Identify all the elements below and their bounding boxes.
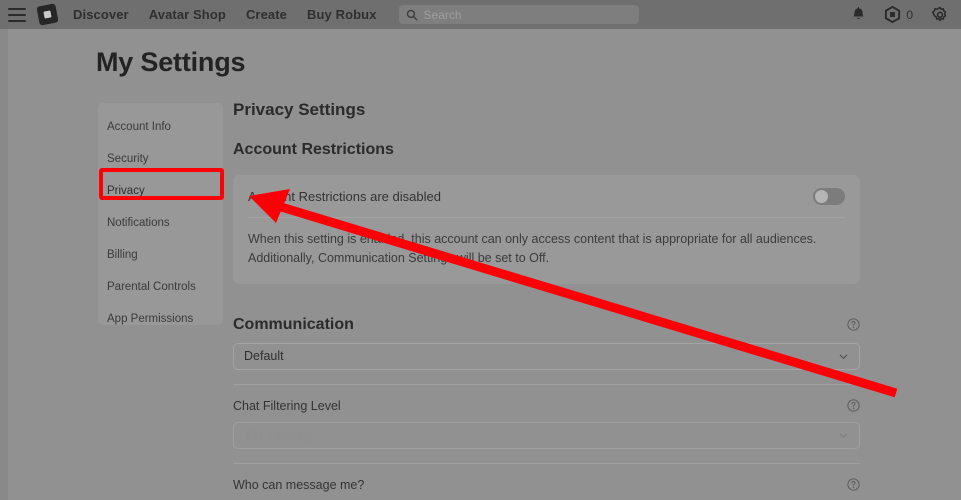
search-placeholder: Search — [423, 7, 462, 22]
sidebar-item-security[interactable]: Security — [98, 143, 223, 175]
gear-icon — [931, 6, 947, 21]
roblox-logo-icon[interactable] — [36, 3, 59, 26]
nav-link-create[interactable]: Create — [246, 7, 287, 22]
who-can-message-header-row: Who can message me? — [233, 464, 860, 492]
nav-link-buy-robux[interactable]: Buy Robux — [307, 7, 377, 22]
search-icon — [406, 9, 418, 20]
account-restrictions-label: Account Restrictions are disabled — [248, 189, 441, 204]
communication-heading: Communication — [233, 315, 354, 333]
help-circle-icon[interactable] — [847, 399, 860, 412]
help-circle-icon[interactable] — [847, 478, 860, 491]
account-restrictions-card: Account Restrictions are disabled When t… — [233, 175, 860, 284]
search-input[interactable]: Search — [398, 5, 639, 24]
sidebar-item-notifications[interactable]: Notifications — [98, 207, 223, 239]
sidebar-item-parental-controls[interactable]: Parental Controls — [98, 271, 223, 303]
who-can-message-label: Who can message me? — [233, 477, 365, 492]
chat-filtering-select[interactable]: 13+ Filtering — [233, 421, 860, 449]
nav-link-discover[interactable]: Discover — [73, 7, 129, 22]
help-circle-icon[interactable] — [847, 318, 860, 331]
bell-icon — [853, 6, 864, 19]
sidebar-item-privacy[interactable]: Privacy — [98, 175, 223, 207]
communication-select-value: Default — [244, 349, 284, 364]
notifications-button[interactable] — [851, 6, 866, 23]
chat-filtering-select-value: 13+ Filtering — [244, 428, 314, 443]
communication-header-row: Communication — [233, 302, 860, 334]
header-actions: 0 — [851, 0, 949, 29]
page-title: My Settings — [96, 47, 246, 77]
chat-filtering-header-row: Chat Filtering Level — [233, 385, 860, 413]
hamburger-menu-icon[interactable] — [8, 7, 26, 22]
top-navigation-bar: Discover Avatar Shop Create Buy Robux Se… — [0, 0, 961, 29]
who-can-message-section: Who can message me? Friends — [233, 464, 860, 500]
sidebar-item-billing[interactable]: Billing — [98, 239, 223, 271]
nav-link-avatar-shop[interactable]: Avatar Shop — [149, 7, 226, 22]
settings-content: Privacy Settings Account Restrictions Ac… — [233, 100, 860, 500]
communication-section: Communication Default — [233, 302, 860, 370]
robux-icon — [885, 6, 901, 23]
account-restrictions-heading: Account Restrictions — [233, 141, 394, 158]
settings-button[interactable] — [931, 6, 949, 24]
chevron-down-icon — [839, 354, 848, 359]
account-restrictions-toggle[interactable] — [813, 188, 845, 205]
account-restrictions-description: When this setting is enabled, this accou… — [248, 232, 817, 266]
chevron-down-icon — [839, 433, 848, 438]
account-restrictions-row: Account Restrictions are disabled — [248, 188, 845, 218]
robux-balance-button[interactable]: 0 — [884, 6, 913, 23]
robux-amount: 0 — [906, 7, 913, 22]
communication-select[interactable]: Default — [233, 342, 860, 370]
app-screen: Discover Avatar Shop Create Buy Robux Se… — [0, 0, 961, 500]
sidebar-item-account-info[interactable]: Account Info — [98, 111, 223, 143]
page-left-edge — [0, 29, 8, 500]
chat-filtering-label: Chat Filtering Level — [233, 398, 341, 413]
privacy-settings-heading: Privacy Settings — [233, 100, 366, 119]
chat-filtering-section: Chat Filtering Level 13+ Filtering — [233, 385, 860, 449]
sidebar-item-app-permissions[interactable]: App Permissions — [98, 303, 223, 335]
settings-sidebar: Account Info Security Privacy Notificati… — [98, 103, 223, 325]
